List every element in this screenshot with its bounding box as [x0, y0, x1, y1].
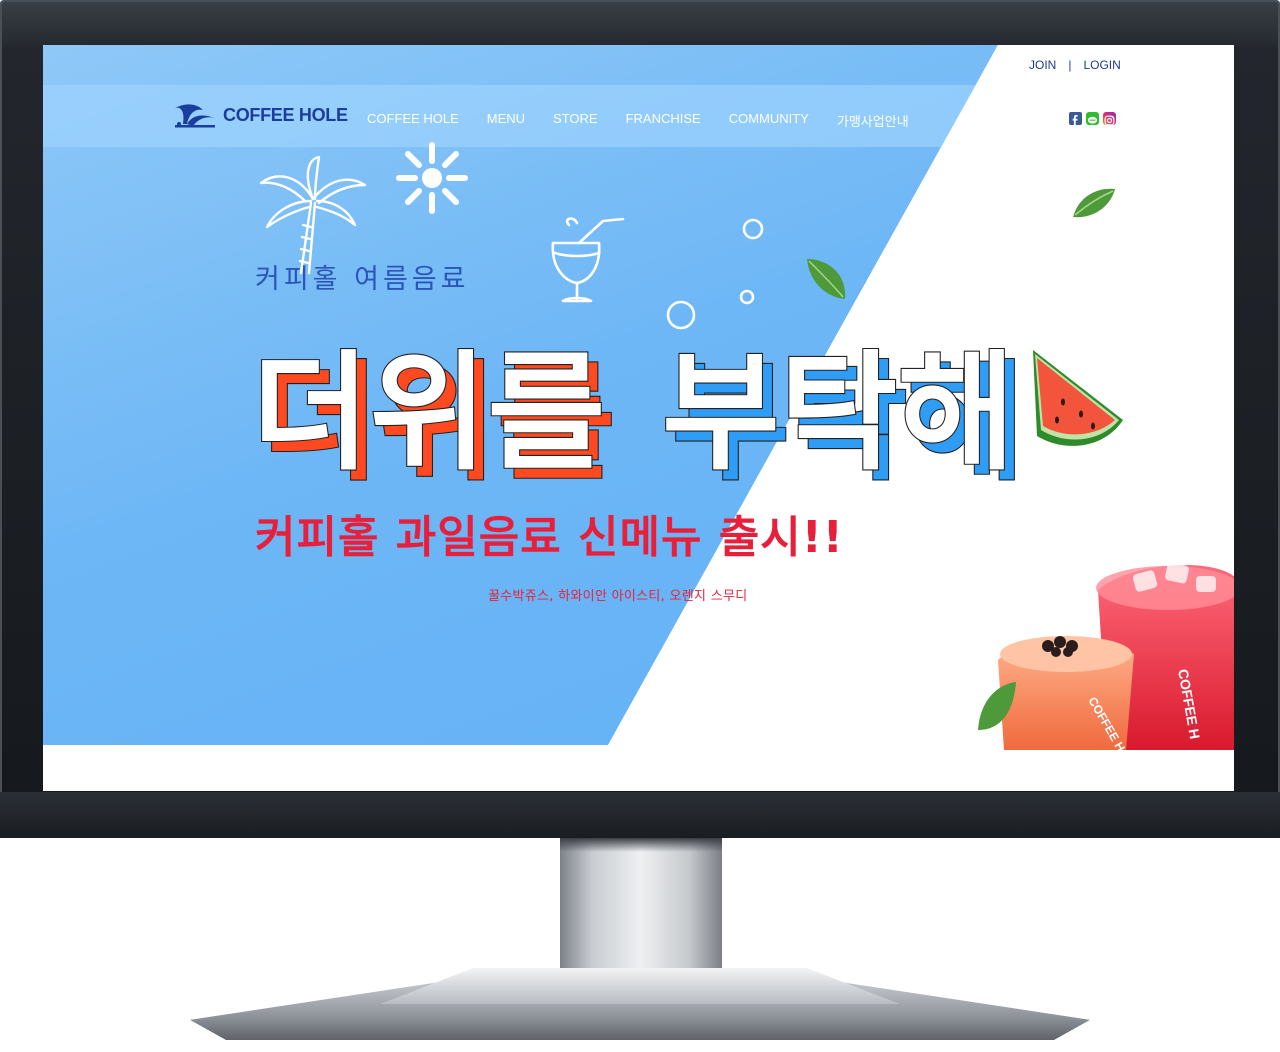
nav-item-franchise-info[interactable]: 가맹사업안내 [837, 111, 909, 130]
monitor-stand-shadow [560, 838, 722, 852]
main-nav: COFFEE HOLE MENU STORE FRANCHISE COMMUNI… [367, 111, 909, 130]
nav-item-franchise[interactable]: FRANCHISE [626, 111, 701, 130]
headline-part2: 부탁해 [662, 339, 1015, 488]
watermelon-slice-image [1033, 350, 1123, 446]
hero-headline: 더위를 더위를 부탁해 부탁해 [251, 338, 1026, 499]
fruit-drinks-image: COFFEE H COFFEE HOLE [978, 562, 1234, 750]
nav-item-menu[interactable]: MENU [487, 111, 525, 130]
nav-item-community[interactable]: COMMUNITY [729, 111, 809, 130]
headline-part1: 더위를 [252, 339, 605, 488]
site-logo[interactable]: COFFEE HOLE [173, 100, 348, 130]
line-icon[interactable] [1086, 112, 1099, 125]
nav-item-store[interactable]: STORE [553, 111, 598, 130]
leaf-illustration [1073, 188, 1115, 218]
logo-wave-icon [175, 104, 215, 128]
cocktail-glass-illustration [551, 217, 625, 303]
instagram-icon[interactable] [1103, 112, 1116, 126]
promo-headline: 커피홀 과일음료 신메뉴 출시!! [255, 512, 844, 563]
monitor-chin [0, 792, 1280, 838]
account-links-separator: | [1068, 58, 1072, 72]
social-links [1069, 112, 1116, 126]
nav-item-coffee-hole[interactable]: COFFEE HOLE [367, 111, 459, 130]
website-screen: JOIN | LOGIN COFFEE HOLE COFFEE HOLE MEN… [43, 45, 1234, 791]
sun-illustration [396, 142, 468, 214]
logo-text: COFFEE HOLE [223, 104, 348, 125]
new-menu-list: 꿀수박쥬스, 하와이안 아이스티, 오렌지 스무디 [488, 589, 748, 604]
monitor-stand-base-top [380, 968, 900, 1004]
leaf-illustration-2 [807, 259, 846, 299]
login-link[interactable]: LOGIN [1083, 58, 1120, 72]
hero-kicker: 커피홀 여름음료 [255, 264, 470, 295]
facebook-icon[interactable] [1069, 112, 1082, 126]
join-link[interactable]: JOIN [1029, 58, 1056, 72]
account-links: JOIN | LOGIN [1029, 58, 1121, 72]
